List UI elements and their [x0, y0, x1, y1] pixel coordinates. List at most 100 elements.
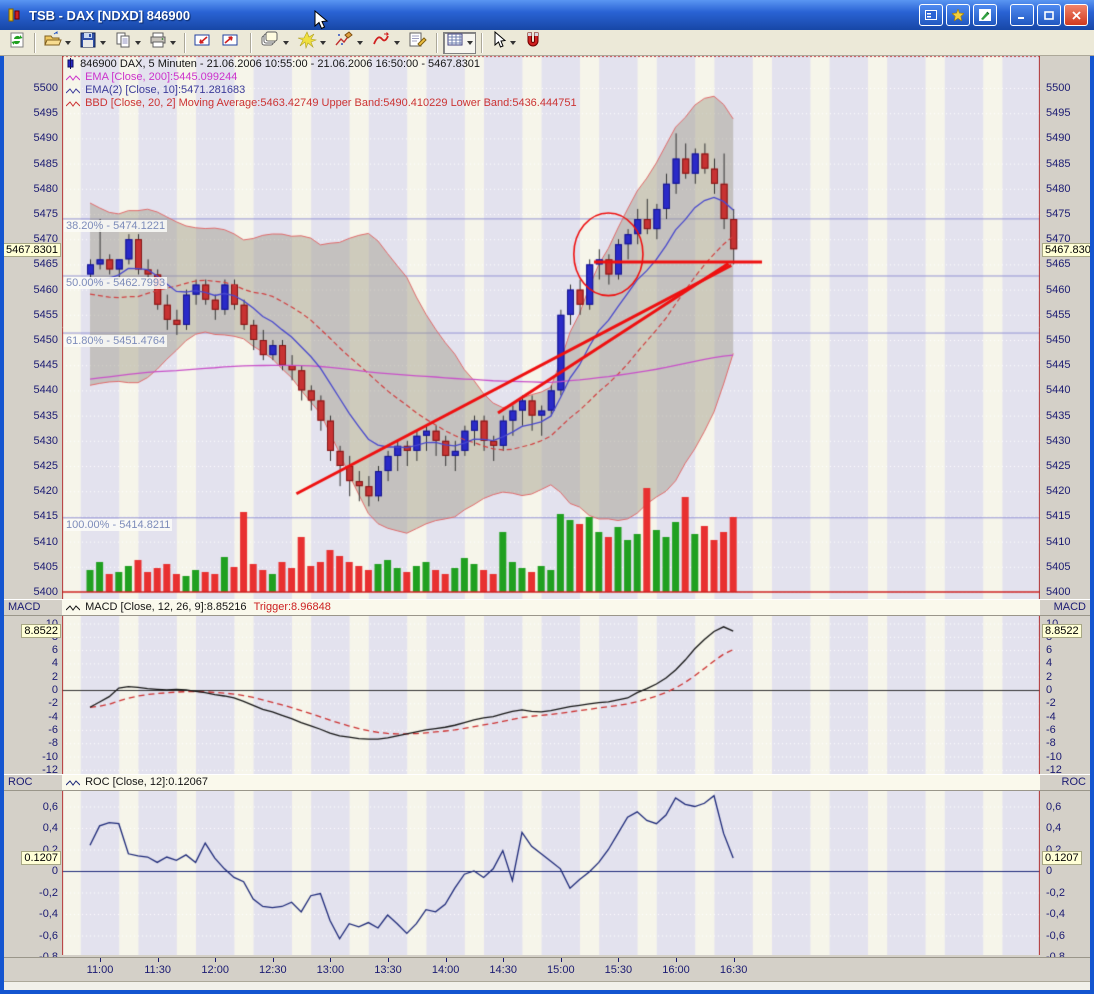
price-chart-plot[interactable] — [62, 56, 1040, 599]
price-label: 5440 — [1046, 384, 1090, 396]
current-price-label: 5467.8301 — [4, 243, 61, 257]
save-dropdown-arrow[interactable] — [100, 41, 106, 45]
functions-button[interactable] — [368, 32, 403, 54]
cursor-icon — [491, 31, 507, 54]
roc-icon — [66, 779, 80, 787]
panel-button[interactable] — [919, 4, 943, 26]
chart-back-icon — [194, 31, 214, 54]
open-dropdown-arrow[interactable] — [65, 41, 71, 45]
macd-title-right: MACD — [1040, 600, 1090, 615]
roc-label: 0,4 — [1046, 822, 1090, 834]
copy-button[interactable] — [111, 32, 144, 54]
time-tick — [215, 958, 216, 962]
application-window: TSB - DAX [NDXD] 846900 5500 5495 5490 5485… — [0, 0, 1094, 994]
indicators-icon — [297, 31, 317, 54]
macd-label: -10 — [1046, 751, 1090, 763]
time-label: 15:30 — [596, 964, 640, 976]
toolbar-separator — [34, 33, 36, 53]
price-label: 5410 — [1046, 536, 1090, 548]
time-label: 16:00 — [654, 964, 698, 976]
price-label: 5455 — [4, 309, 58, 321]
star-icon — [952, 9, 964, 21]
time-label: 11:30 — [136, 964, 180, 976]
price-label: 5465 — [4, 258, 58, 270]
roc-plot[interactable] — [62, 791, 1040, 955]
minimize-button[interactable] — [1010, 4, 1034, 26]
open-button[interactable] — [41, 32, 74, 54]
macd-legend: MACD [Close, 12, 26, 9]:8.85216 Trigger:… — [62, 600, 1040, 615]
price-label: 5420 — [4, 485, 58, 497]
macd-icon — [66, 604, 80, 612]
draw-dropdown-arrow[interactable] — [357, 41, 363, 45]
grid-button[interactable] — [443, 32, 476, 54]
functions-dropdown-arrow[interactable] — [394, 41, 400, 45]
price-label: 5460 — [1046, 284, 1090, 296]
macd-label: 4 — [4, 657, 58, 669]
chart-forward-icon — [222, 31, 242, 54]
time-label: 12:30 — [251, 964, 295, 976]
grid-dropdown-arrow[interactable] — [467, 41, 473, 45]
price-label: 5490 — [4, 132, 58, 144]
roc-label: 0,6 — [1046, 801, 1090, 813]
macd-plot[interactable] — [62, 616, 1040, 774]
close-button[interactable] — [1064, 4, 1088, 26]
cursor-dropdown-arrow[interactable] — [510, 41, 516, 45]
templates-icon — [260, 31, 280, 54]
price-label: 5485 — [4, 158, 58, 170]
price-axis-left: 5500549554905485548054755470546554605455… — [4, 56, 62, 986]
price-label: 5430 — [1046, 435, 1090, 447]
roc-label: -0,4 — [4, 908, 58, 920]
title-bar[interactable]: TSB - DAX [NDXD] 846900 — [0, 0, 1094, 30]
app-icon — [6, 6, 24, 24]
properties-icon — [408, 31, 428, 54]
print-dropdown-arrow[interactable] — [170, 41, 176, 45]
chart-back-button[interactable] — [191, 32, 217, 54]
time-axis: 11:0011:3012:0012:3013:0013:3014:0014:30… — [4, 957, 1090, 981]
templates-dropdown-arrow[interactable] — [283, 41, 289, 45]
copy-dropdown-arrow[interactable] — [135, 41, 141, 45]
draw-icon — [334, 31, 354, 54]
horizontal-scrollbar[interactable] — [4, 981, 1090, 990]
templates-button[interactable] — [257, 32, 292, 54]
macd-label: 0 — [4, 684, 58, 696]
macd-legend-text: MACD [Close, 12, 26, 9]:8.85216 — [85, 601, 246, 613]
maximize-icon — [1044, 11, 1054, 20]
save-button[interactable] — [76, 32, 109, 54]
macd-label: 2 — [4, 671, 58, 683]
price-label: 5475 — [4, 208, 58, 220]
magnet-icon — [524, 31, 542, 54]
time-label: 13:00 — [308, 964, 352, 976]
magnet-button[interactable] — [521, 32, 545, 54]
macd-label: 6 — [4, 644, 58, 656]
roc-label: 0 — [1046, 865, 1090, 877]
toolbar-separator — [250, 33, 252, 53]
price-label: 5460 — [4, 284, 58, 296]
macd-label: -10 — [4, 751, 58, 763]
price-label: 5400 — [4, 586, 58, 598]
price-label: 5495 — [4, 107, 58, 119]
chart-area: 5500549554905485548054755470546554605455… — [0, 56, 1094, 990]
roc-label: 0,6 — [4, 801, 58, 813]
cursor-button[interactable] — [488, 32, 519, 54]
maximize-button[interactable] — [1037, 4, 1061, 26]
indicators-dropdown-arrow[interactable] — [320, 41, 326, 45]
time-tick — [618, 958, 619, 962]
draw-button[interactable] — [331, 32, 366, 54]
roc-panel-header: ROC ROC [Close, 12]:0.12067 ROC — [4, 774, 1090, 791]
indicators-button[interactable] — [294, 32, 329, 54]
price-label: 5425 — [1046, 460, 1090, 472]
window-title: TSB - DAX [NDXD] 846900 — [29, 8, 916, 23]
price-label: 5475 — [1046, 208, 1090, 220]
properties-button[interactable] — [405, 32, 431, 54]
favorites-button[interactable] — [946, 4, 970, 26]
annotate-button[interactable] — [973, 4, 997, 26]
price-label: 5400 — [1046, 586, 1090, 598]
price-label: 5500 — [4, 82, 58, 94]
macd-label: 2 — [1046, 671, 1090, 683]
refresh-button[interactable] — [5, 32, 29, 54]
print-button[interactable] — [146, 32, 179, 54]
price-label: 5415 — [4, 510, 58, 522]
price-label: 5490 — [1046, 132, 1090, 144]
chart-forward-button[interactable] — [219, 32, 245, 54]
current-macd-label: 8.8522 — [21, 624, 61, 638]
